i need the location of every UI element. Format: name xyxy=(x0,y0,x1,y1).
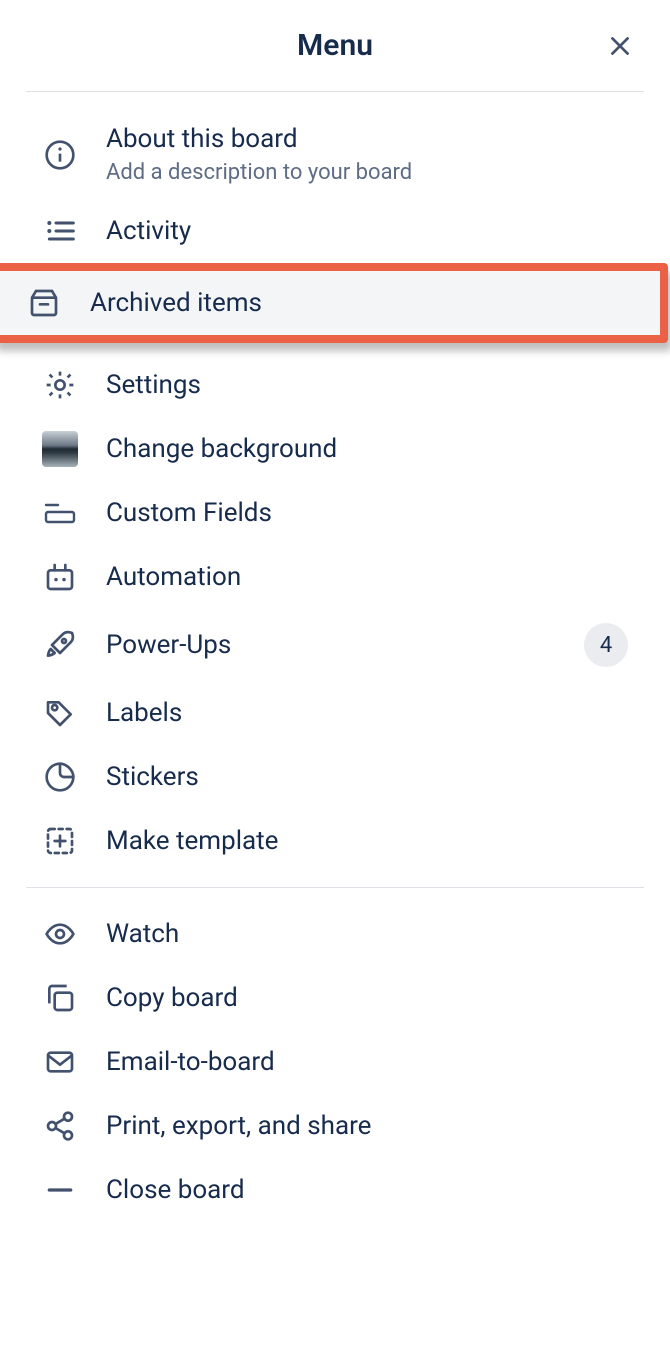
menu-title: Menu xyxy=(297,28,373,63)
menu-item-label: Activity xyxy=(106,216,628,246)
menu-item-close-board[interactable]: Close board xyxy=(26,1158,644,1222)
divider xyxy=(26,887,644,888)
menu-item-label: Power-Ups xyxy=(106,630,556,660)
copy-icon xyxy=(42,980,78,1016)
menu-item-label: About this board xyxy=(106,124,628,154)
menu-item-label: Copy board xyxy=(106,983,628,1013)
menu-item-power-ups[interactable]: Power-Ups 4 xyxy=(26,609,644,681)
archive-icon xyxy=(26,285,62,321)
divider xyxy=(26,91,644,92)
menu-item-label: Watch xyxy=(106,919,628,949)
email-icon xyxy=(42,1044,78,1080)
menu-item-automation[interactable]: Automation xyxy=(26,545,644,609)
background-thumb-icon xyxy=(42,431,78,467)
menu-item-label: Print, export, and share xyxy=(106,1111,628,1141)
menu-item-custom-fields[interactable]: Custom Fields xyxy=(26,481,644,545)
rocket-icon xyxy=(42,627,78,663)
menu-item-make-template[interactable]: Make template xyxy=(26,809,644,873)
menu-item-activity[interactable]: Activity xyxy=(26,199,644,263)
minus-icon xyxy=(42,1172,78,1208)
menu-item-label: Automation xyxy=(106,562,628,592)
menu-header: Menu xyxy=(26,0,644,91)
menu-item-label: Close board xyxy=(106,1175,628,1205)
template-icon xyxy=(42,823,78,859)
power-ups-badge: 4 xyxy=(584,623,628,667)
share-icon xyxy=(42,1108,78,1144)
eye-icon xyxy=(42,916,78,952)
menu-item-about[interactable]: About this board Add a description to yo… xyxy=(26,110,644,199)
label-tag-icon xyxy=(42,695,78,731)
activity-list-icon xyxy=(42,213,78,249)
menu-item-stickers[interactable]: Stickers xyxy=(26,745,644,809)
menu-item-print-export-share[interactable]: Print, export, and share xyxy=(26,1094,644,1158)
menu-item-copy-board[interactable]: Copy board xyxy=(26,966,644,1030)
menu-item-settings[interactable]: Settings xyxy=(26,353,644,417)
info-icon xyxy=(42,137,78,173)
menu-item-label: Archived items xyxy=(90,288,644,318)
menu-item-label: Email-to-board xyxy=(106,1047,628,1077)
custom-fields-icon xyxy=(42,495,78,531)
menu-item-sublabel: Add a description to your board xyxy=(106,160,628,185)
menu-item-label: Stickers xyxy=(106,762,628,792)
gear-icon xyxy=(42,367,78,403)
menu-item-label: Make template xyxy=(106,826,628,856)
board-menu-panel: Menu About this board Add a description … xyxy=(0,0,670,1262)
menu-item-label: Labels xyxy=(106,698,628,728)
sticker-icon xyxy=(42,759,78,795)
menu-item-label: Settings xyxy=(106,370,628,400)
menu-item-email-to-board[interactable]: Email-to-board xyxy=(26,1030,644,1094)
highlight-archived-items: Archived items xyxy=(0,263,668,343)
automation-robot-icon xyxy=(42,559,78,595)
menu-item-labels[interactable]: Labels xyxy=(26,681,644,745)
close-icon xyxy=(607,33,633,59)
menu-item-label: Custom Fields xyxy=(106,498,628,528)
menu-item-archived[interactable]: Archived items xyxy=(0,271,660,335)
close-button[interactable] xyxy=(602,28,638,64)
menu-item-label: Change background xyxy=(106,434,628,464)
menu-item-change-background[interactable]: Change background xyxy=(26,417,644,481)
menu-item-watch[interactable]: Watch xyxy=(26,902,644,966)
